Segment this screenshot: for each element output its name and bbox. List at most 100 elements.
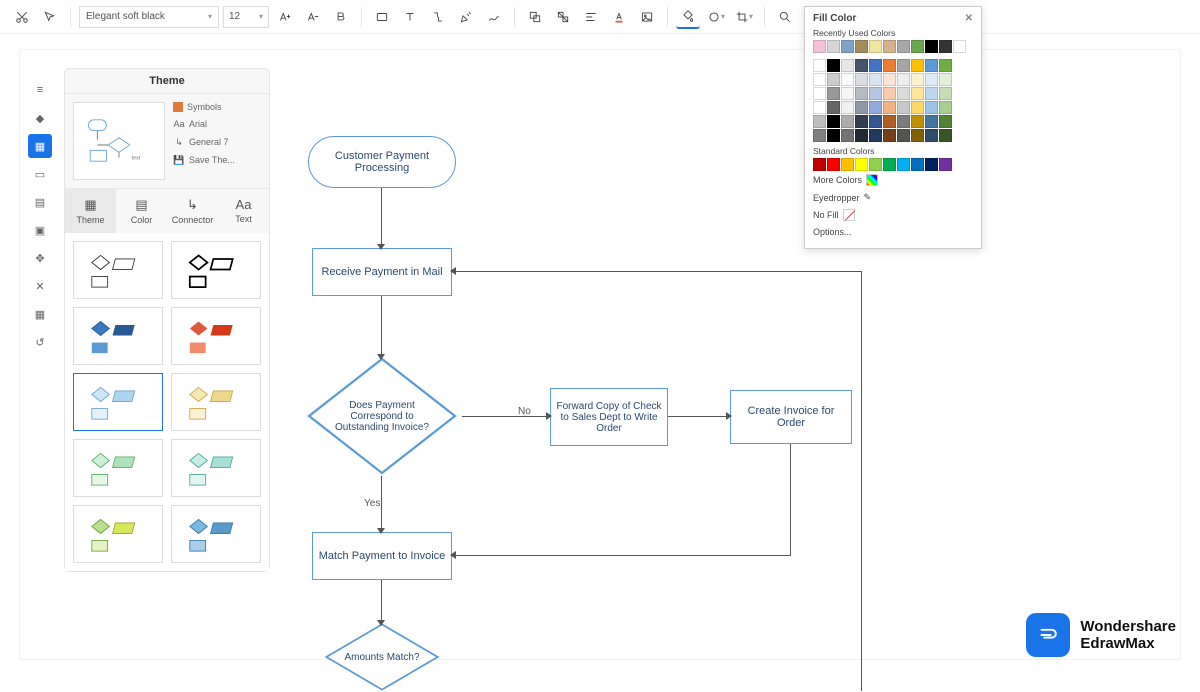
color-swatch[interactable] — [953, 40, 966, 53]
color-swatch[interactable] — [813, 59, 826, 72]
color-swatch[interactable] — [897, 158, 910, 171]
more-colors-button[interactable]: More Colors — [813, 171, 973, 189]
shape-style-icon[interactable]: ▾ — [704, 5, 728, 29]
color-swatch[interactable] — [939, 115, 952, 128]
color-swatch[interactable] — [869, 158, 882, 171]
color-swatch[interactable] — [827, 129, 840, 142]
strip-shuffle-icon[interactable]: ✕ — [28, 274, 52, 298]
color-swatch[interactable] — [883, 101, 896, 114]
color-swatch[interactable] — [911, 40, 924, 53]
theme-option-9[interactable] — [73, 505, 163, 563]
color-swatch[interactable] — [813, 87, 826, 100]
connector-tool-icon[interactable] — [426, 5, 450, 29]
strip-history-icon[interactable]: ↺ — [28, 330, 52, 354]
color-swatch[interactable] — [883, 87, 896, 100]
color-swatch[interactable] — [939, 59, 952, 72]
theme-option-1[interactable] — [73, 241, 163, 299]
attr-arrow[interactable]: ↳General 7 — [173, 136, 261, 148]
color-swatch[interactable] — [925, 115, 938, 128]
decision-amounts-match[interactable]: Amounts Match? — [320, 622, 444, 692]
bold-icon[interactable] — [329, 5, 353, 29]
theme-option-4[interactable] — [171, 307, 261, 365]
cursor-icon[interactable] — [38, 5, 62, 29]
color-swatch[interactable] — [911, 101, 924, 114]
color-swatch[interactable] — [897, 73, 910, 86]
color-swatch[interactable] — [841, 73, 854, 86]
color-swatch[interactable] — [827, 101, 840, 114]
strip-list-icon[interactable]: ≡ — [28, 78, 52, 102]
color-swatch[interactable] — [855, 87, 868, 100]
color-swatch[interactable] — [925, 73, 938, 86]
color-swatch[interactable] — [841, 101, 854, 114]
color-swatch[interactable] — [869, 59, 882, 72]
ungroup-icon[interactable] — [551, 5, 575, 29]
color-swatch[interactable] — [855, 158, 868, 171]
cut-icon[interactable] — [10, 5, 34, 29]
color-swatch[interactable] — [855, 115, 868, 128]
tab-connector[interactable]: ↳Connector — [167, 189, 218, 233]
color-swatch[interactable] — [897, 59, 910, 72]
theme-option-6[interactable] — [171, 373, 261, 431]
color-swatch[interactable] — [911, 73, 924, 86]
color-swatch[interactable] — [911, 115, 924, 128]
group-icon[interactable] — [523, 5, 547, 29]
color-swatch[interactable] — [869, 40, 882, 53]
process-match-payment[interactable]: Match Payment to Invoice — [312, 532, 452, 580]
color-swatch[interactable] — [939, 129, 952, 142]
color-swatch[interactable] — [939, 158, 952, 171]
color-swatch[interactable] — [883, 73, 896, 86]
color-swatch[interactable] — [855, 59, 868, 72]
options-button[interactable]: Options... — [813, 224, 973, 240]
color-swatch[interactable] — [813, 101, 826, 114]
color-swatch[interactable] — [883, 40, 896, 53]
color-swatch[interactable] — [827, 59, 840, 72]
image-icon[interactable] — [635, 5, 659, 29]
color-swatch[interactable] — [827, 87, 840, 100]
no-fill-button[interactable]: No Fill — [813, 206, 973, 224]
process-receive-payment[interactable]: Receive Payment in Mail — [312, 248, 452, 296]
color-swatch[interactable] — [827, 40, 840, 53]
color-swatch[interactable] — [813, 115, 826, 128]
eyedropper-button[interactable]: Eyedropper ✎ — [813, 189, 973, 206]
terminator-start[interactable]: Customer Payment Processing — [308, 136, 456, 188]
theme-option-5[interactable] — [73, 373, 163, 431]
strip-image-icon[interactable]: ▣ — [28, 218, 52, 242]
color-swatch[interactable] — [841, 158, 854, 171]
color-swatch[interactable] — [925, 40, 938, 53]
color-swatch[interactable] — [883, 129, 896, 142]
color-swatch[interactable] — [925, 129, 938, 142]
color-swatch[interactable] — [883, 115, 896, 128]
color-swatch[interactable] — [827, 73, 840, 86]
pen-tool-icon[interactable] — [454, 5, 478, 29]
color-swatch[interactable] — [869, 115, 882, 128]
font-size-dropdown[interactable]: 12▾ — [223, 6, 269, 28]
current-theme-preview[interactable]: text — [73, 102, 165, 180]
color-swatch[interactable] — [813, 158, 826, 171]
color-swatch[interactable] — [939, 73, 952, 86]
color-swatch[interactable] — [911, 87, 924, 100]
color-swatch[interactable] — [841, 129, 854, 142]
attr-font[interactable]: AaArial — [173, 118, 261, 130]
color-swatch[interactable] — [855, 101, 868, 114]
attr-save[interactable]: 💾Save The... — [173, 154, 261, 166]
theme-option-2[interactable] — [171, 241, 261, 299]
theme-option-10[interactable] — [171, 505, 261, 563]
tab-color[interactable]: ▤Color — [116, 189, 167, 233]
color-swatch[interactable] — [841, 59, 854, 72]
color-swatch[interactable] — [911, 129, 924, 142]
color-swatch[interactable] — [813, 40, 826, 53]
font-family-dropdown[interactable]: Elegant soft black▾ — [79, 6, 219, 28]
color-swatch[interactable] — [911, 158, 924, 171]
strip-page-icon[interactable]: ▭ — [28, 162, 52, 186]
fill-color-button[interactable] — [676, 5, 700, 29]
color-swatch[interactable] — [869, 129, 882, 142]
font-color-icon[interactable] — [607, 5, 631, 29]
color-swatch[interactable] — [813, 129, 826, 142]
color-swatch[interactable] — [925, 87, 938, 100]
decision-corresponds-invoice[interactable]: Does Payment Correspond to Outstanding I… — [302, 356, 462, 476]
tab-text[interactable]: AaText — [218, 189, 269, 233]
strip-locate-icon[interactable]: ✥ — [28, 246, 52, 270]
strip-layers-icon[interactable]: ▤ — [28, 190, 52, 214]
color-swatch[interactable] — [897, 40, 910, 53]
color-swatch[interactable] — [841, 40, 854, 53]
